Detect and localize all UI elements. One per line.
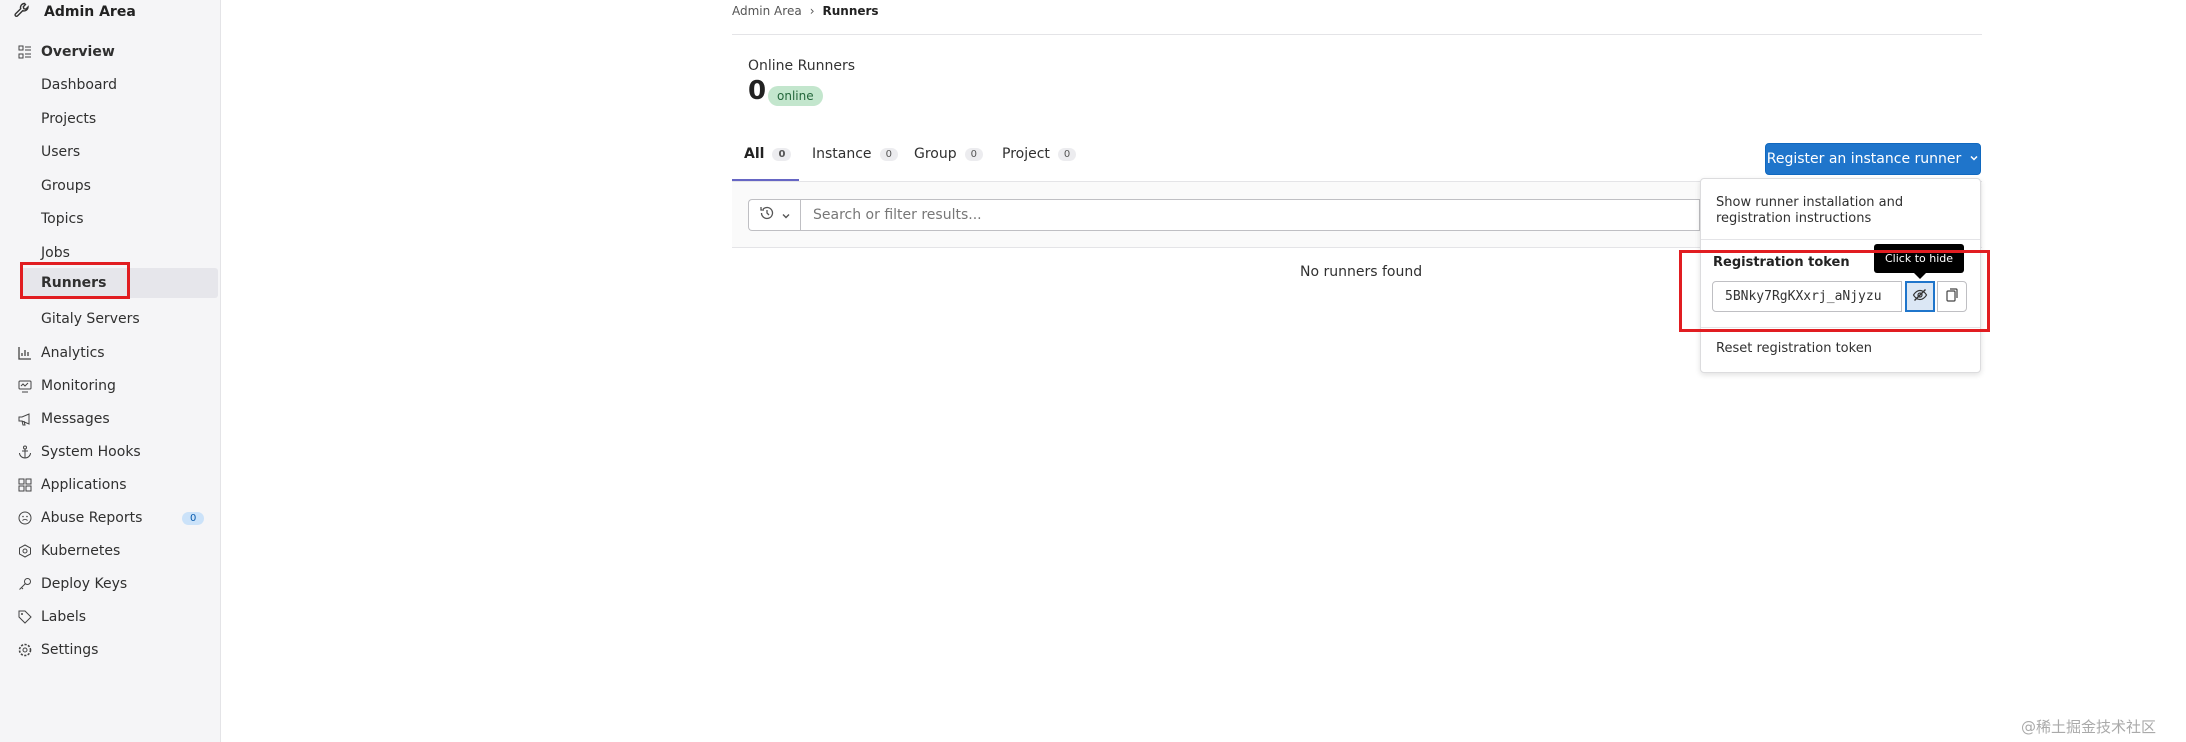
sidebar-item-overview[interactable]: Overview (0, 37, 221, 67)
sidebar-item-labels[interactable]: Labels (0, 602, 221, 632)
tab-count: 0 (879, 147, 898, 161)
sidebar: Admin Area Overview Dashboard Projects U… (0, 0, 221, 742)
sidebar-item-label: Kubernetes (41, 543, 121, 559)
sidebar-item-messages[interactable]: Messages (0, 404, 221, 434)
show-instructions-item[interactable]: Show runner installation and registratio… (1716, 195, 1916, 227)
online-runners-label: Online Runners (748, 58, 855, 74)
sidebar-header[interactable]: Admin Area (14, 0, 136, 24)
sidebar-item-label: Settings (41, 642, 99, 658)
breadcrumb-current: Runners (822, 4, 879, 18)
sidebar-item-abuse-reports[interactable]: Abuse Reports 0 (0, 503, 221, 533)
sidebar-item-label: Abuse Reports (41, 510, 143, 526)
register-runner-label: Register an instance runner (1766, 151, 1962, 167)
online-runners-count: 0 (748, 76, 767, 106)
abuse-count-badge: 0 (182, 511, 205, 525)
sidebar-item-label: Monitoring (41, 378, 116, 394)
empty-state-message: No runners found (1300, 264, 1423, 280)
sidebar-item-label: Messages (41, 411, 110, 427)
sidebar-item-analytics[interactable]: Analytics (0, 338, 221, 368)
tab-all[interactable]: All 0 (744, 146, 792, 162)
search-history-button[interactable] (748, 199, 800, 231)
header-divider (732, 34, 1982, 35)
sidebar-item-label: System Hooks (41, 444, 141, 460)
online-badge: online (768, 86, 823, 106)
sidebar-item-applications[interactable]: Applications (0, 470, 221, 500)
breadcrumb: Admin Area › Runners (732, 4, 879, 18)
apps-icon (16, 476, 34, 494)
sidebar-item-label: Groups (41, 178, 91, 194)
tab-count: 0 (1057, 147, 1077, 161)
dropdown-divider (1701, 239, 1980, 240)
kubernetes-icon (16, 542, 34, 560)
sidebar-item-monitoring[interactable]: Monitoring (0, 371, 221, 401)
key-icon (16, 575, 34, 593)
megaphone-icon (16, 410, 34, 428)
sidebar-item-label: Applications (41, 477, 127, 493)
sidebar-item-label: Topics (41, 211, 84, 227)
chart-icon (16, 344, 34, 362)
sidebar-item-label: Projects (41, 111, 97, 127)
abuse-icon (16, 509, 34, 527)
tab-count: 0 (964, 147, 983, 161)
sidebar-title: Admin Area (44, 4, 136, 20)
register-runner-button[interactable]: Register an instance runner (1765, 143, 1981, 175)
sidebar-item-label: Labels (41, 609, 87, 625)
sidebar-item-label: Deploy Keys (41, 576, 128, 592)
tab-count: 0 (772, 147, 792, 161)
sidebar-item-kubernetes[interactable]: Kubernetes (0, 536, 221, 566)
breadcrumb-parent[interactable]: Admin Area (732, 4, 802, 18)
breadcrumb-separator: › (809, 4, 815, 18)
sidebar-item-dashboard[interactable]: Dashboard (0, 70, 221, 100)
tab-label: Group (914, 146, 957, 162)
monitor-icon (16, 377, 34, 395)
search-input[interactable] (800, 199, 1700, 231)
tab-label: Instance (812, 146, 872, 162)
settings-icon (16, 641, 34, 659)
history-icon (759, 205, 775, 225)
reset-token-item[interactable]: Reset registration token (1716, 341, 1872, 356)
sidebar-item-deploy-keys[interactable]: Deploy Keys (0, 569, 221, 599)
tab-label: Project (1002, 146, 1050, 162)
tab-project[interactable]: Project 0 (1002, 146, 1077, 162)
wrench-icon (14, 2, 30, 22)
sidebar-item-users[interactable]: Users (0, 137, 221, 167)
tab-group[interactable]: Group 0 (914, 146, 983, 162)
sidebar-item-label: Gitaly Servers (41, 311, 140, 327)
tab-instance[interactable]: Instance 0 (812, 146, 898, 162)
sidebar-item-system-hooks[interactable]: System Hooks (0, 437, 221, 467)
sidebar-item-label: Jobs (41, 245, 70, 261)
overview-icon (16, 43, 34, 61)
chevron-down-icon (781, 206, 791, 225)
anchor-icon (16, 443, 34, 461)
sidebar-item-label: Analytics (41, 345, 105, 361)
sidebar-item-gitaly-servers[interactable]: Gitaly Servers (0, 304, 221, 334)
chevron-down-icon (1969, 151, 1979, 167)
sidebar-item-label: Users (41, 144, 81, 160)
runners-highlight-box (20, 262, 130, 299)
sidebar-item-label: Overview (41, 44, 115, 60)
sidebar-item-label: Dashboard (41, 77, 117, 93)
watermark: @稀土掘金技术社区 (2021, 718, 2157, 736)
tab-label: All (744, 146, 765, 162)
token-highlight-box (1679, 250, 1990, 332)
sidebar-item-topics[interactable]: Topics (0, 204, 221, 234)
sidebar-item-groups[interactable]: Groups (0, 171, 221, 201)
sidebar-item-projects[interactable]: Projects (0, 104, 221, 134)
label-icon (16, 608, 34, 626)
sidebar-item-settings[interactable]: Settings (0, 635, 221, 665)
